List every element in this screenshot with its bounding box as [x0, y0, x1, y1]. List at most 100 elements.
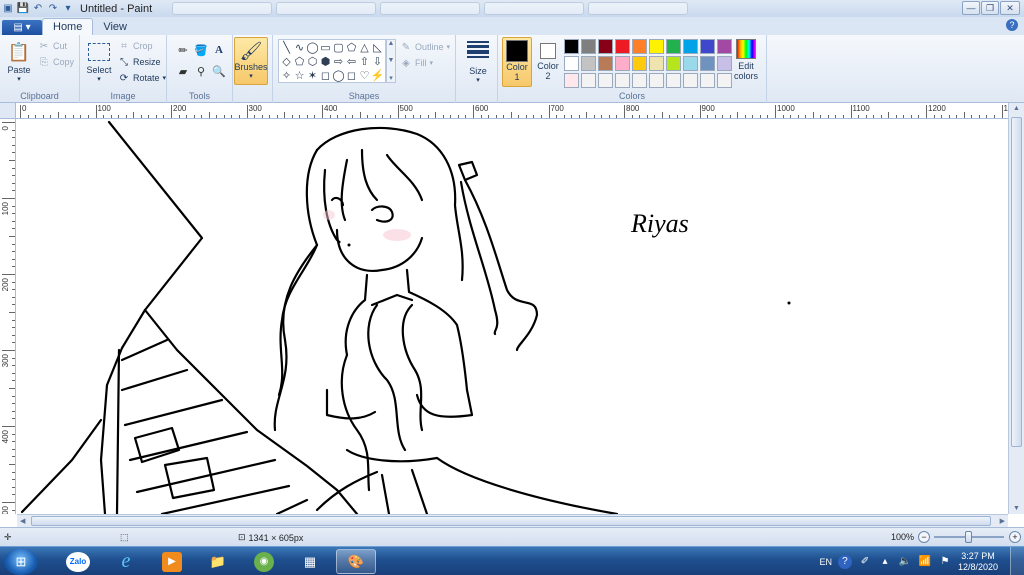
tab-view[interactable]: View [93, 18, 137, 35]
magnifier-icon[interactable]: 🔍 [211, 63, 227, 79]
palette-swatch[interactable] [615, 39, 630, 54]
shape-option[interactable]: △ [358, 41, 371, 55]
customize-qat-icon[interactable]: ▾ [62, 3, 74, 15]
fill-bucket-icon[interactable]: 🪣 [193, 42, 209, 58]
shape-option[interactable]: ♡ [358, 69, 371, 83]
taskbar-app-media-player[interactable]: ▶ [152, 549, 192, 574]
shape-option[interactable]: ✧ [280, 69, 293, 83]
shape-option[interactable]: ▭ [319, 41, 332, 55]
shape-option[interactable]: ⇨ [332, 55, 345, 69]
paint-menu-button[interactable]: ▤ ▾ [2, 20, 42, 35]
close-button[interactable]: ✕ [1000, 1, 1020, 15]
show-hidden-icons[interactable]: ▴ [878, 555, 892, 569]
taskbar-app-paint[interactable]: 🎨 [336, 549, 376, 574]
palette-swatch[interactable] [649, 73, 664, 88]
drawing-canvas[interactable]: Riyas [17, 120, 1008, 514]
scroll-up-icon[interactable]: ▲ [1013, 105, 1020, 112]
palette-swatch[interactable] [683, 73, 698, 88]
shape-option[interactable]: ⬡ [306, 55, 319, 69]
shape-option[interactable]: ☆ [293, 69, 306, 83]
vertical-scrollbar[interactable]: ▲ ▼ [1008, 103, 1024, 514]
palette-swatch[interactable] [632, 73, 647, 88]
palette-swatch[interactable] [598, 56, 613, 71]
maximize-button[interactable]: ❐ [981, 1, 999, 15]
scroll-right-icon[interactable]: ▶ [1000, 517, 1005, 525]
palette-swatch[interactable] [666, 56, 681, 71]
color2-button[interactable]: Color 2 [535, 37, 561, 87]
taskbar-app-internet-explorer[interactable]: e [106, 549, 146, 574]
shape-option[interactable]: ⬢ [319, 55, 332, 69]
shape-option[interactable]: ⬠ [293, 55, 306, 69]
color1-button[interactable]: Color 1 [502, 37, 532, 87]
redo-icon[interactable]: ↷ [47, 3, 59, 15]
palette-swatch[interactable] [564, 39, 579, 54]
color-picker-icon[interactable]: ⚲ [193, 63, 209, 79]
copy-button[interactable]: ⎘ Copy [38, 56, 74, 68]
paste-button[interactable]: 📋 Paste ▾ [4, 39, 34, 84]
palette-swatch[interactable] [683, 39, 698, 54]
shape-option[interactable]: ⇩ [371, 55, 384, 69]
shapes-gallery-scroll[interactable]: ▲ ▼ ▾ [386, 39, 396, 83]
zoom-out-button[interactable]: − [918, 531, 930, 543]
palette-swatch[interactable] [649, 56, 664, 71]
action-center-flag-icon[interactable]: ⚑ [938, 555, 952, 569]
edit-colors-button[interactable]: Edit colors [733, 39, 759, 81]
tab-home[interactable]: Home [42, 18, 94, 35]
save-icon[interactable]: 💾 [17, 3, 29, 15]
shape-option[interactable]: ◺ [371, 41, 384, 55]
palette-swatch[interactable] [700, 56, 715, 71]
volume-icon[interactable]: 🔈 [898, 555, 912, 569]
palette-swatch[interactable] [717, 39, 732, 54]
undo-icon[interactable]: ↶ [32, 3, 44, 15]
brushes-button[interactable]: 🖌 Brushes ▾ [234, 37, 268, 85]
horizontal-scrollbar[interactable]: ◀ ▶ [17, 514, 1008, 527]
shape-option[interactable]: ⇦ [345, 55, 358, 69]
pencil-icon[interactable]: ✏ [175, 42, 191, 58]
scroll-left-icon[interactable]: ◀ [20, 517, 25, 525]
crop-button[interactable]: ⌗ Crop [118, 40, 152, 52]
start-button[interactable]: ⊞ [4, 549, 38, 575]
shape-option[interactable]: ⬠ [345, 41, 358, 55]
taskbar-app-explorer[interactable]: 📁 [198, 549, 238, 574]
shape-option[interactable]: ∿ [293, 41, 306, 55]
palette-swatch[interactable] [615, 73, 630, 88]
palette-swatch[interactable] [564, 73, 579, 88]
palette-swatch[interactable] [598, 39, 613, 54]
palette-swatch[interactable] [581, 39, 596, 54]
palette-swatch[interactable] [666, 73, 681, 88]
palette-swatch[interactable] [683, 56, 698, 71]
palette-swatch[interactable] [581, 56, 596, 71]
palette-swatch[interactable] [632, 56, 647, 71]
shape-option[interactable]: ✶ [306, 69, 319, 83]
resize-button[interactable]: ⤡ Resize [118, 56, 161, 68]
zoom-slider-thumb[interactable] [965, 531, 972, 543]
shape-option[interactable]: ⇧ [358, 55, 371, 69]
palette-swatch[interactable] [700, 39, 715, 54]
select-button[interactable]: Select ▾ [84, 39, 114, 83]
shape-option[interactable]: ◯ [306, 41, 319, 55]
show-desktop-button[interactable] [1010, 547, 1024, 575]
palette-swatch[interactable] [598, 73, 613, 88]
chevron-down-icon[interactable]: ▼ [388, 57, 395, 64]
shape-option[interactable]: ◇ [280, 55, 293, 69]
palette-swatch[interactable] [615, 56, 630, 71]
shape-option[interactable]: ⚡ [371, 69, 385, 83]
minimize-button[interactable]: — [962, 1, 980, 15]
palette-swatch[interactable] [666, 39, 681, 54]
taskbar-app-coccoc[interactable]: ◉ [244, 549, 284, 574]
palette-swatch[interactable] [632, 39, 647, 54]
scroll-down-icon[interactable]: ▼ [1013, 505, 1020, 512]
palette-swatch[interactable] [717, 73, 732, 88]
more-icon[interactable]: ▾ [389, 74, 393, 82]
pen-icon[interactable]: ✐ [858, 555, 872, 569]
shape-option[interactable]: ◻ [345, 69, 358, 83]
rotate-button[interactable]: ⟳ Rotate ▾ [118, 72, 166, 84]
shape-option[interactable]: ◯ [332, 69, 345, 83]
shape-option[interactable]: ▢ [332, 41, 345, 55]
network-icon[interactable]: 📶 [918, 555, 932, 569]
zoom-in-button[interactable]: + [1009, 531, 1021, 543]
shape-option[interactable]: ◻ [319, 69, 332, 83]
paint-app-icon[interactable]: ▣ [2, 3, 14, 15]
help-icon[interactable]: ? [837, 554, 852, 569]
chevron-up-icon[interactable]: ▲ [388, 40, 395, 47]
